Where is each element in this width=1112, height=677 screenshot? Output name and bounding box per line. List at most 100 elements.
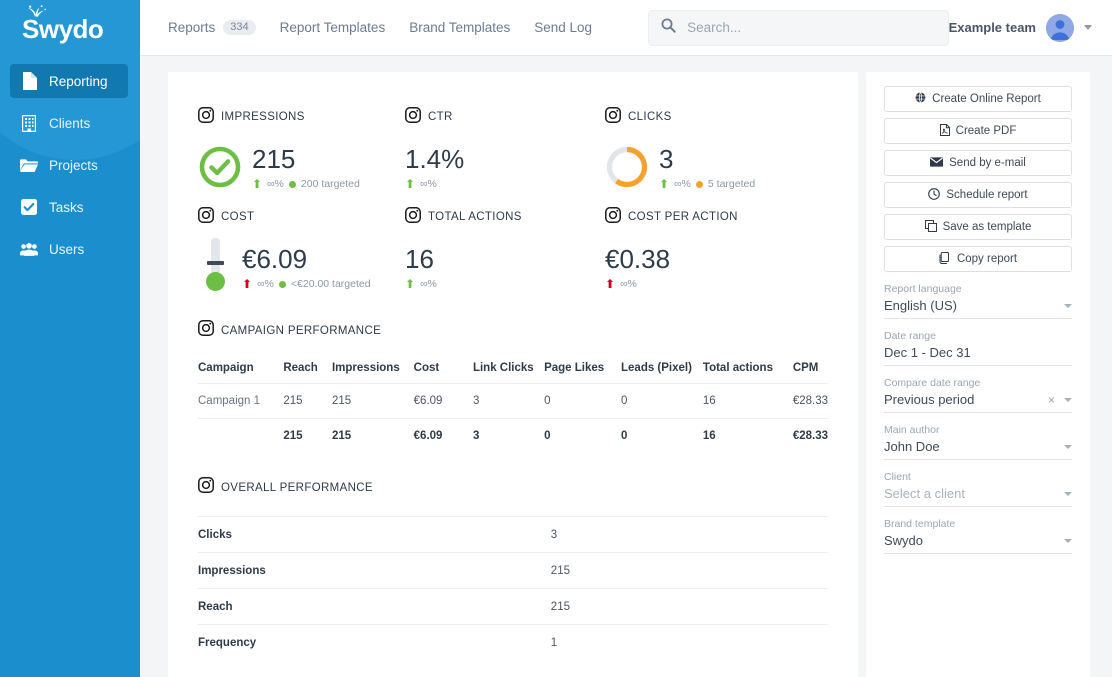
- chevron-down-icon[interactable]: [1084, 25, 1092, 30]
- date-range-input[interactable]: Dec 1 - Dec 31: [884, 345, 1072, 366]
- sidebar-item-reporting[interactable]: Reporting: [10, 64, 128, 98]
- col-cost: Cost: [413, 362, 440, 374]
- button-label: Send by e-mail: [949, 157, 1026, 169]
- users-icon: [20, 240, 38, 258]
- team-name: Example team: [948, 20, 1036, 35]
- metric-value: 1: [550, 624, 828, 660]
- tab-send-log[interactable]: Send Log: [534, 20, 616, 35]
- kpi-title: IMPRESSIONS: [221, 111, 305, 123]
- search-box[interactable]: [648, 9, 949, 46]
- metric-value: 215: [550, 552, 828, 589]
- copy-report-button[interactable]: Copy report: [884, 246, 1072, 272]
- field-value: John Doe: [884, 439, 940, 454]
- cell-total-label: [198, 418, 284, 453]
- create-pdf-button[interactable]: Create PDF: [884, 118, 1072, 144]
- main-author-select[interactable]: John Doe: [884, 439, 1072, 460]
- document-icon: [20, 72, 38, 90]
- tab-label: Report Templates: [279, 20, 386, 35]
- col-campaign: Campaign: [198, 362, 254, 374]
- kpi-total-actions: TOTAL ACTIONS 16 ⬆ ∞%: [405, 206, 605, 306]
- reports-count-badge: 334: [223, 19, 256, 36]
- cell-total-impressions: 215: [331, 418, 414, 453]
- report-language-select[interactable]: English (US): [884, 298, 1072, 319]
- tab-label: Reports: [168, 20, 216, 35]
- kpi-value: 16: [405, 244, 434, 274]
- instagram-icon: [198, 106, 214, 128]
- cell-total-cpm: €28.33: [792, 418, 828, 453]
- tab-brand-templates[interactable]: Brand Templates: [409, 20, 534, 35]
- cell-total-leads-pixel: 0: [621, 418, 703, 453]
- tab-reports[interactable]: Reports 334: [168, 19, 280, 36]
- compare-date-range-select[interactable]: Previous period ×: [884, 392, 1072, 413]
- table-row: Campaign 1 215 215 €6.09 3 0 0 16 €28.33: [198, 383, 828, 419]
- cell-cpm: €28.33: [792, 383, 828, 419]
- table-row: Reach 215: [198, 588, 828, 625]
- tab-report-templates[interactable]: Report Templates: [280, 20, 410, 35]
- metric-value: 215: [550, 588, 828, 625]
- col-reach: Reach: [283, 362, 318, 374]
- tab-label: Send Log: [534, 20, 593, 35]
- kpi-target: <€20.00 targeted: [290, 278, 371, 290]
- cell-cost: €6.09: [413, 383, 473, 419]
- save-as-template-button[interactable]: Save as template: [884, 214, 1072, 240]
- metric-name: Reach: [198, 588, 551, 625]
- kpi-value: €6.09: [242, 244, 308, 274]
- kpi-title: COST PER ACTION: [628, 211, 738, 223]
- button-label: Create PDF: [955, 125, 1017, 137]
- send-by-email-button[interactable]: Send by e-mail: [884, 150, 1072, 176]
- cell-total-cost: €6.09: [413, 418, 473, 453]
- kpi-cost-per-action: COST PER ACTION €0.38 ⬆ ∞%: [605, 206, 828, 306]
- metric-name: Clicks: [198, 516, 551, 553]
- sidebar-item-clients[interactable]: Clients: [10, 106, 128, 140]
- check-ring-gauge: [198, 145, 242, 189]
- sidebar-item-tasks[interactable]: Tasks: [10, 190, 128, 224]
- top-bar: Reports 334 Report Templates Brand Templ…: [140, 0, 1112, 56]
- sidebar-item-label: Users: [49, 241, 85, 257]
- cell-leads-pixel: 0: [621, 383, 703, 419]
- instagram-icon: [605, 206, 621, 228]
- chevron-down-icon[interactable]: [1064, 491, 1072, 496]
- app-logo[interactable]: Swydo: [0, 0, 140, 56]
- sidebar-item-users[interactable]: Users: [10, 232, 128, 266]
- field-brand-template: Brand template Swydo: [884, 518, 1072, 554]
- create-online-report-button[interactable]: Create Online Report: [884, 86, 1072, 112]
- chevron-down-icon[interactable]: [1064, 303, 1072, 308]
- instagram-icon: [198, 206, 214, 228]
- kpi-title: TOTAL ACTIONS: [428, 211, 522, 223]
- chevron-down-icon[interactable]: [1064, 397, 1072, 402]
- button-label: Create Online Report: [932, 93, 1041, 105]
- donut-gauge: [605, 145, 649, 189]
- field-client: Client Select a client: [884, 471, 1072, 507]
- sidebar-item-projects[interactable]: Projects: [10, 148, 128, 182]
- kpi-target: 200 targeted: [300, 178, 360, 190]
- clear-icon[interactable]: ×: [1048, 393, 1055, 407]
- col-cpm: CPM: [792, 362, 819, 374]
- sidebar-item-label: Projects: [49, 157, 98, 173]
- schedule-report-button[interactable]: Schedule report: [884, 182, 1072, 208]
- chevron-down-icon[interactable]: [1064, 444, 1072, 449]
- kpi-delta: ∞%: [257, 278, 274, 290]
- arrow-up-icon: ⬆: [242, 277, 253, 291]
- team-menu[interactable]: Example team: [948, 13, 1092, 42]
- brand-template-select[interactable]: Swydo: [884, 533, 1072, 554]
- campaign-performance-table: Campaign Reach Impressions Cost Link Cli…: [198, 362, 828, 453]
- field-value: English (US): [884, 298, 957, 313]
- table-row: Frequency 1: [198, 624, 828, 660]
- building-icon: [20, 114, 38, 132]
- cell-total-actions-sum: 16: [702, 418, 793, 453]
- overall-performance-header: OVERALL PERFORMANCE: [198, 477, 828, 498]
- report-actions-panel: Create Online Report Create PDF Send by …: [866, 72, 1090, 677]
- field-main-author: Main author John Doe: [884, 424, 1072, 460]
- field-date-range: Date range Dec 1 - Dec 31: [884, 330, 1072, 366]
- sidebar-item-label: Clients: [49, 115, 91, 131]
- search-input[interactable]: [687, 20, 936, 35]
- client-select[interactable]: Select a client: [884, 486, 1072, 507]
- kpi-delta: ∞%: [420, 278, 437, 290]
- field-label: Date range: [884, 330, 936, 342]
- field-report-language: Report language English (US): [884, 283, 1072, 319]
- chevron-down-icon[interactable]: [1064, 538, 1072, 543]
- col-leads-pixel: Leads (Pixel): [621, 362, 692, 374]
- col-page-likes: Page Likes: [544, 362, 605, 374]
- kpi-delta: ∞%: [267, 178, 284, 190]
- kpi-title: COST: [221, 211, 255, 223]
